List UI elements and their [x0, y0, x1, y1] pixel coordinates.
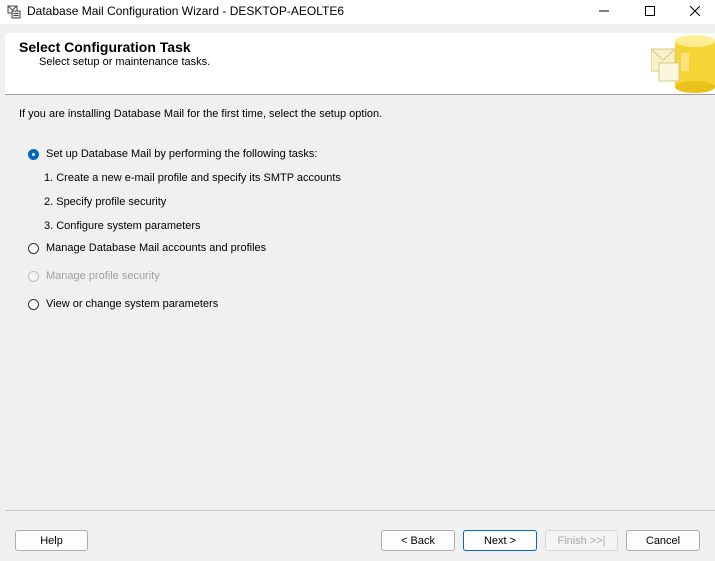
option-label: Manage profile security: [46, 270, 160, 282]
radio-manage-accounts[interactable]: [28, 242, 39, 254]
setup-task-2: 2. Specify profile security: [44, 196, 167, 208]
maximize-button[interactable]: [627, 0, 673, 24]
window-title: Database Mail Configuration Wizard - DES…: [27, 4, 345, 18]
setup-task-3: 3. Configure system parameters: [44, 220, 201, 232]
database-mail-app-icon: [7, 5, 21, 19]
database-mail-banner-icon: [650, 33, 715, 94]
radio-manage-profile-security: [28, 270, 39, 282]
back-button[interactable]: < Back: [381, 530, 455, 551]
setup-task-1: 1. Create a new e-mail profile and speci…: [44, 172, 341, 184]
intro-text: If you are installing Database Mail for …: [19, 108, 383, 120]
wizard-window: Database Mail Configuration Wizard - DES…: [0, 0, 715, 561]
maximize-icon: [645, 5, 655, 19]
option-label: View or change system parameters: [46, 298, 219, 310]
radio-system-parameters[interactable]: [28, 298, 39, 310]
minimize-button[interactable]: [581, 0, 627, 24]
radio-setup-selected[interactable]: [28, 148, 39, 160]
finish-button: Finish >>|: [545, 530, 618, 551]
page-title: Select Configuration Task: [19, 39, 191, 55]
next-button[interactable]: Next >: [463, 530, 537, 551]
cancel-button[interactable]: Cancel: [626, 530, 700, 551]
title-bar[interactable]: Database Mail Configuration Wizard - DES…: [0, 0, 715, 24]
option-label: Set up Database Mail by performing the f…: [46, 148, 318, 160]
option-manage-accounts-profiles[interactable]: Manage Database Mail accounts and profil…: [28, 240, 266, 256]
help-button[interactable]: Help: [15, 530, 88, 551]
option-label: Manage Database Mail accounts and profil…: [46, 242, 267, 254]
option-setup-database-mail[interactable]: Set up Database Mail by performing the f…: [28, 146, 317, 162]
footer-divider: [5, 510, 715, 511]
minimize-icon: [599, 5, 609, 19]
close-icon: [689, 5, 701, 19]
page-subtitle: Select setup or maintenance tasks.: [39, 56, 211, 68]
close-button[interactable]: [672, 0, 715, 24]
option-system-parameters[interactable]: View or change system parameters: [28, 296, 218, 312]
wizard-header: Select Configuration Task Select setup o…: [5, 33, 715, 95]
option-manage-profile-security: Manage profile security: [28, 268, 160, 284]
